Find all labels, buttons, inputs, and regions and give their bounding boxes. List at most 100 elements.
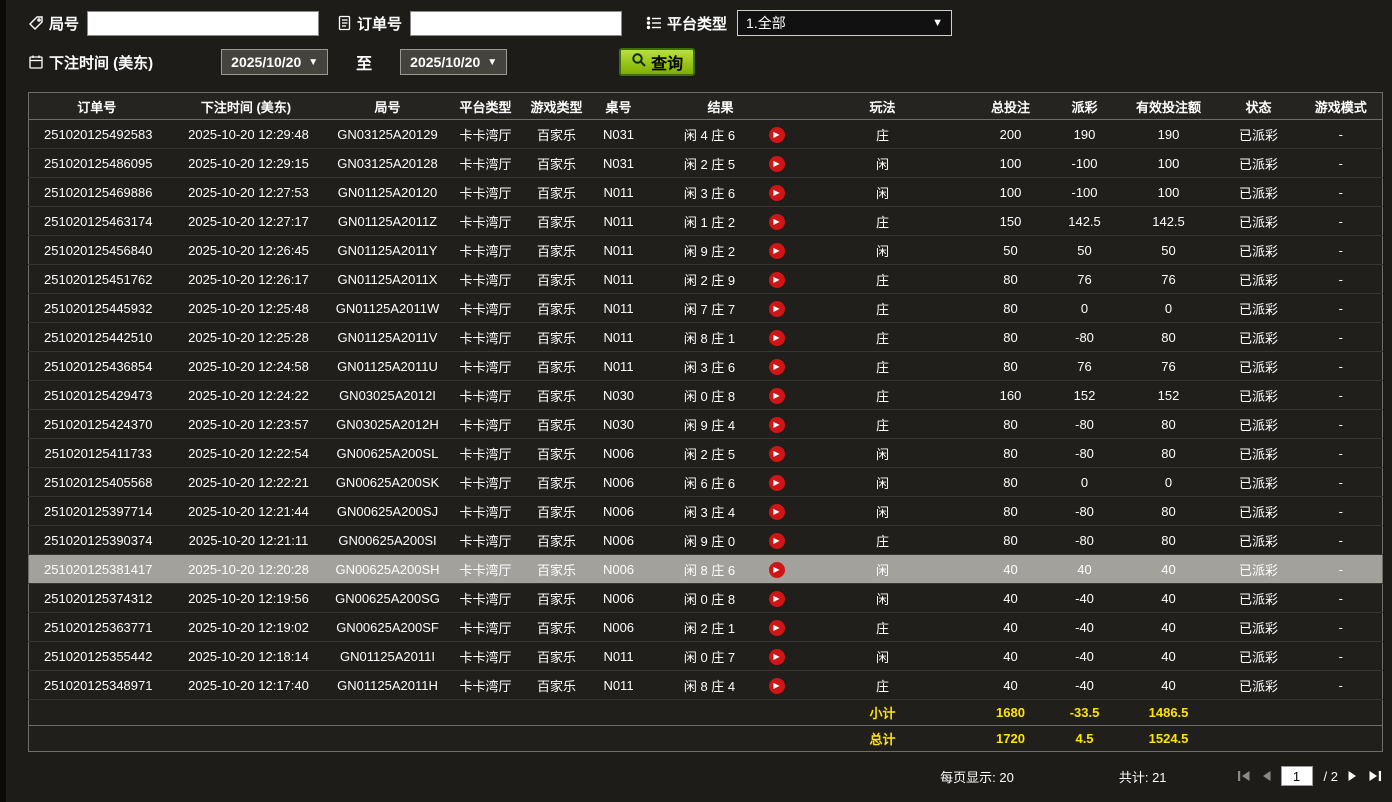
grand-total-row: 总计 1720 4.5 1524.5 <box>28 725 1383 752</box>
play-replay-icon[interactable]: ▶ <box>768 417 785 433</box>
table-row[interactable]: 251020125429473 2025-10-20 12:24:22 GN0302… <box>28 380 1383 410</box>
cell-time: 2025-10-20 12:24:58 <box>164 351 328 381</box>
table-row[interactable]: 251020125463174 2025-10-20 12:27:17 GN0112… <box>28 206 1383 236</box>
table-row[interactable]: 251020125348971 2025-10-20 12:17:40 GN0112… <box>28 670 1383 700</box>
play-replay-icon[interactable]: ▶ <box>768 533 785 549</box>
first-page-icon[interactable] <box>1237 770 1251 782</box>
filter-row-2: 下注时间 (美东) 2025/10/20 ▼ 至 2025/10/20 ▼ 查询 <box>6 36 1392 76</box>
cell-playtype: 庄 <box>793 206 972 236</box>
cell-play: ▶ <box>759 525 794 555</box>
play-replay-icon[interactable]: ▶ <box>768 359 785 375</box>
cell-game: 百家乐 <box>523 177 590 207</box>
cell-round: GN01125A20120 <box>327 177 448 207</box>
play-replay-icon[interactable]: ▶ <box>768 678 785 694</box>
table-row[interactable]: 251020125451762 2025-10-20 12:26:17 GN0112… <box>28 264 1383 294</box>
play-replay-icon[interactable]: ▶ <box>768 156 785 172</box>
cell-platform: 卡卡湾厅 <box>447 264 524 294</box>
table-row[interactable]: 251020125363771 2025-10-20 12:19:02 GN0062… <box>28 612 1383 642</box>
cell-playtype: 庄 <box>793 670 972 700</box>
cell-platform: 卡卡湾厅 <box>447 293 524 323</box>
table-row[interactable]: 251020125381417 2025-10-20 12:20:28 GN0062… <box>28 554 1383 584</box>
query-button[interactable]: 查询 <box>619 48 696 76</box>
cell-round: GN00625A200SH <box>327 554 448 584</box>
cell-valid: 80 <box>1119 525 1218 555</box>
play-replay-icon[interactable]: ▶ <box>768 475 785 491</box>
cell-status: 已派彩 <box>1217 641 1300 671</box>
cell-platform: 卡卡湾厅 <box>447 380 524 410</box>
play-replay-icon[interactable]: ▶ <box>768 388 785 404</box>
cell-status: 已派彩 <box>1217 351 1300 381</box>
table-row[interactable]: 251020125390374 2025-10-20 12:21:11 GN0062… <box>28 525 1383 555</box>
table-row[interactable]: 251020125492583 2025-10-20 12:29:48 GN0312… <box>28 119 1383 149</box>
cell-round: GN00625A200SF <box>327 612 448 642</box>
cell-game: 百家乐 <box>523 554 590 584</box>
table-row[interactable]: 251020125486095 2025-10-20 12:29:15 GN0312… <box>28 148 1383 178</box>
table-body: 251020125492583 2025-10-20 12:29:48 GN0312… <box>28 119 1383 700</box>
play-replay-icon[interactable]: ▶ <box>768 330 785 346</box>
table-row[interactable]: 251020125445932 2025-10-20 12:25:48 GN0112… <box>28 293 1383 323</box>
play-replay-icon[interactable]: ▶ <box>768 185 785 201</box>
chevron-down-icon: ▼ <box>932 17 944 29</box>
cell-result: 闲 6 庄 6 <box>647 467 760 497</box>
cell-table: N011 <box>589 177 648 207</box>
cell-game: 百家乐 <box>523 467 590 497</box>
cell-play: ▶ <box>759 496 794 526</box>
table-row[interactable]: 251020125374312 2025-10-20 12:19:56 GN0062… <box>28 583 1383 613</box>
play-replay-icon[interactable]: ▶ <box>768 620 785 636</box>
date-from-picker[interactable]: 2025/10/20 ▼ <box>221 49 329 75</box>
round-number-input[interactable] <box>87 10 320 36</box>
table-row[interactable]: 251020125442510 2025-10-20 12:25:28 GN0112… <box>28 322 1383 352</box>
table-row[interactable]: 251020125411733 2025-10-20 12:22:54 GN0062… <box>28 438 1383 468</box>
cell-playtype: 庄 <box>793 264 972 294</box>
bet-time-label-group: 下注时间 (美东) <box>28 52 153 73</box>
table-row[interactable]: 251020125469886 2025-10-20 12:27:53 GN0112… <box>28 177 1383 207</box>
cell-platform: 卡卡湾厅 <box>447 119 524 149</box>
cell-platform: 卡卡湾厅 <box>447 351 524 381</box>
next-page-icon[interactable] <box>1347 770 1359 782</box>
cell-valid: 152 <box>1119 380 1218 410</box>
table-row[interactable]: 251020125405568 2025-10-20 12:22:21 GN0062… <box>28 467 1383 497</box>
cell-playtype: 闲 <box>793 148 972 178</box>
play-replay-icon[interactable]: ▶ <box>768 504 785 520</box>
last-page-icon[interactable] <box>1368 770 1382 782</box>
cell-table: N011 <box>589 351 648 381</box>
play-replay-icon[interactable]: ▶ <box>768 272 785 288</box>
cell-valid: 40 <box>1119 554 1218 584</box>
play-replay-icon[interactable]: ▶ <box>768 301 785 317</box>
play-replay-icon[interactable]: ▶ <box>768 214 785 230</box>
table-row[interactable]: 251020125355442 2025-10-20 12:18:14 GN0112… <box>28 641 1383 671</box>
table-row[interactable]: 251020125436854 2025-10-20 12:24:58 GN0112… <box>28 351 1383 381</box>
play-replay-icon[interactable]: ▶ <box>768 243 785 259</box>
play-replay-icon[interactable]: ▶ <box>768 562 785 578</box>
table-row[interactable]: 251020125424370 2025-10-20 12:23:57 GN0302… <box>28 409 1383 439</box>
platform-type-select[interactable]: 1.全部 ▼ <box>737 10 953 36</box>
chevron-down-icon: ▼ <box>308 56 319 68</box>
prev-page-icon[interactable] <box>1260 770 1272 782</box>
cell-time: 2025-10-20 12:24:22 <box>164 380 328 410</box>
cell-payout: -100 <box>1049 148 1120 178</box>
cell-order: 251020125348971 <box>28 670 165 700</box>
cell-order: 251020125451762 <box>28 264 165 294</box>
cell-mode: - <box>1299 380 1383 410</box>
cell-table: N006 <box>589 525 648 555</box>
page-number-input[interactable] <box>1280 766 1313 786</box>
table-row[interactable]: 251020125397714 2025-10-20 12:21:44 GN0062… <box>28 496 1383 526</box>
play-replay-icon[interactable]: ▶ <box>768 649 785 665</box>
cell-platform: 卡卡湾厅 <box>447 438 524 468</box>
table-row[interactable]: 251020125456840 2025-10-20 12:26:45 GN0112… <box>28 235 1383 265</box>
cell-time: 2025-10-20 12:17:40 <box>164 670 328 700</box>
cell-payout: -80 <box>1049 322 1120 352</box>
play-replay-icon[interactable]: ▶ <box>768 591 785 607</box>
filter-row-1: 局号 订单号 平台类型 1.全部 ▼ <box>6 0 1392 36</box>
cell-playtype: 闲 <box>793 235 972 265</box>
play-replay-icon[interactable]: ▶ <box>768 127 785 143</box>
cell-valid: 76 <box>1119 351 1218 381</box>
cell-time: 2025-10-20 12:21:44 <box>164 496 328 526</box>
play-replay-icon[interactable]: ▶ <box>768 446 785 462</box>
date-to-picker[interactable]: 2025/10/20 ▼ <box>400 49 508 75</box>
cell-round: GN01125A2011X <box>327 264 448 294</box>
order-number-input[interactable] <box>410 10 623 36</box>
column-header: 玩法 <box>793 92 972 120</box>
cell-result: 闲 9 庄 4 <box>647 409 760 439</box>
cell-playtype: 庄 <box>793 351 972 381</box>
